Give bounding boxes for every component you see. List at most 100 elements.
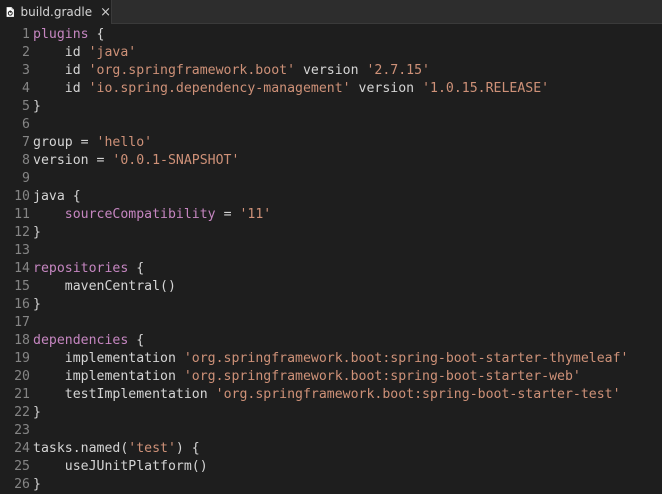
code-token: group = [33,135,97,150]
code-line[interactable]: 9 [0,170,662,188]
code-line[interactable]: 14 repositories { [0,260,662,278]
code-token: { [128,333,145,348]
code-text: } [33,296,41,314]
code-token: '0.0.1-SNAPSHOT' [112,153,240,168]
code-line[interactable]: 7 group = 'hello' [0,134,662,152]
code-token: } [33,477,41,492]
code-line[interactable]: 24 tasks.named('test') { [0,440,662,458]
tab-filename: build.gradle [20,5,93,19]
code-token: id [33,63,89,78]
code-text: id 'org.springframework.boot' version '2… [33,62,430,80]
line-number: 12 [14,225,30,240]
code-line[interactable]: 11 sourceCompatibility = '11' [0,206,662,224]
code-text: } [33,404,41,422]
code-line[interactable]: 16} [0,296,662,314]
code-token: version [350,81,423,96]
line-number: 23 [14,423,30,438]
close-icon[interactable]: × [100,6,111,19]
code-line[interactable]: 12} [0,224,662,242]
line-number: 1 [22,27,30,42]
tab-build-gradle[interactable]: build.gradle × [0,0,112,24]
code-line[interactable]: 2 id 'java' [0,44,662,62]
code-token: implementation [33,351,184,366]
line-number: 9 [22,171,30,186]
code-line[interactable]: 15 mavenCentral() [0,278,662,296]
line-number: 26 [14,477,30,492]
code-line[interactable]: 22} [0,404,662,422]
code-token: 'org.springframework.boot:spring-boot-st… [215,387,621,402]
code-token: implementation [33,369,184,384]
code-token: } [33,405,41,420]
code-token: } [33,297,41,312]
code-token: '11' [239,207,272,222]
line-number: 8 [22,153,30,168]
code-text: tasks.named('test') { [33,440,200,458]
code-text: id 'java' [33,44,136,62]
code-line[interactable]: 19 implementation 'org.springframework.b… [0,350,662,368]
line-number: 13 [14,243,30,258]
line-number: 11 [14,207,30,222]
code-token: java { [33,189,81,204]
code-token: 'java' [88,45,137,60]
line-number: 7 [22,135,30,150]
code-token: id [33,45,89,60]
code-line[interactable]: 13 [0,242,662,260]
code-line[interactable]: 21 testImplementation 'org.springframewo… [0,386,662,404]
code-token: useJUnitPlatform() [33,459,208,474]
code-text: plugins { [33,26,104,44]
gradle-file-icon [6,7,14,17]
line-number: 20 [14,369,30,384]
code-line[interactable]: 3 id 'org.springframework.boot' version … [0,62,662,80]
code-line[interactable]: 20 implementation 'org.springframework.b… [0,368,662,386]
line-number: 25 [14,459,30,474]
code-line[interactable]: 5} [0,98,662,116]
code-token: 'org.springframework.boot' [88,63,296,78]
line-number: 22 [14,405,30,420]
line-number: 2 [22,45,30,60]
code-text: id 'io.spring.dependency-management' ver… [33,80,549,98]
code-line[interactable]: 25 useJUnitPlatform() [0,458,662,476]
code-text: } [33,224,41,242]
line-number: 10 [14,189,30,204]
code-text: useJUnitPlatform() [33,458,208,476]
code-line[interactable]: 17 [0,314,662,332]
code-line[interactable]: 18 dependencies { [0,332,662,350]
code-token: '2.7.15' [366,63,431,78]
code-token: dependencies [33,333,129,348]
code-editor[interactable]: 1 plugins {2 id 'java' 3 id 'org.springfra… [0,26,662,493]
line-number: 14 [14,261,30,276]
code-token: repositories [33,261,129,276]
code-token: mavenCentral() [33,279,176,294]
code-token: = [215,207,240,222]
code-line[interactable]: 1 plugins { [0,26,662,44]
code-line[interactable]: 8 version = '0.0.1-SNAPSHOT' [0,152,662,170]
code-token: version = [33,153,113,168]
line-number: 3 [22,63,30,78]
code-token: 'io.spring.dependency-management' [88,81,351,96]
line-number: 17 [14,315,30,330]
code-line[interactable]: 26} [0,476,662,494]
code-token: 'org.springframework.boot:spring-boot-st… [183,369,581,384]
code-text: implementation 'org.springframework.boot… [33,350,629,368]
code-text: implementation 'org.springframework.boot… [33,368,581,386]
code-token: { [128,261,145,276]
code-token: 'test' [128,441,176,456]
line-number: 6 [22,117,30,132]
line-number: 21 [14,387,30,402]
code-text: version = '0.0.1-SNAPSHOT' [33,152,239,170]
code-text: } [33,476,41,494]
code-line[interactable]: 10 java { [0,188,662,206]
code-line[interactable]: 4 id 'io.spring.dependency-management' v… [0,80,662,98]
code-token: id [33,81,89,96]
code-text: group = 'hello' [33,134,152,152]
code-line[interactable]: 6 [0,116,662,134]
code-token: '1.0.15.RELEASE' [422,81,550,96]
code-text: sourceCompatibility = '11' [33,206,271,224]
code-token: ) { [175,441,200,456]
code-token: } [33,99,41,114]
line-number: 19 [14,351,30,366]
code-line[interactable]: 23 [0,422,662,440]
line-number: 24 [14,441,30,456]
code-token: 'hello' [96,135,153,150]
code-token: testImplementation [33,387,216,402]
